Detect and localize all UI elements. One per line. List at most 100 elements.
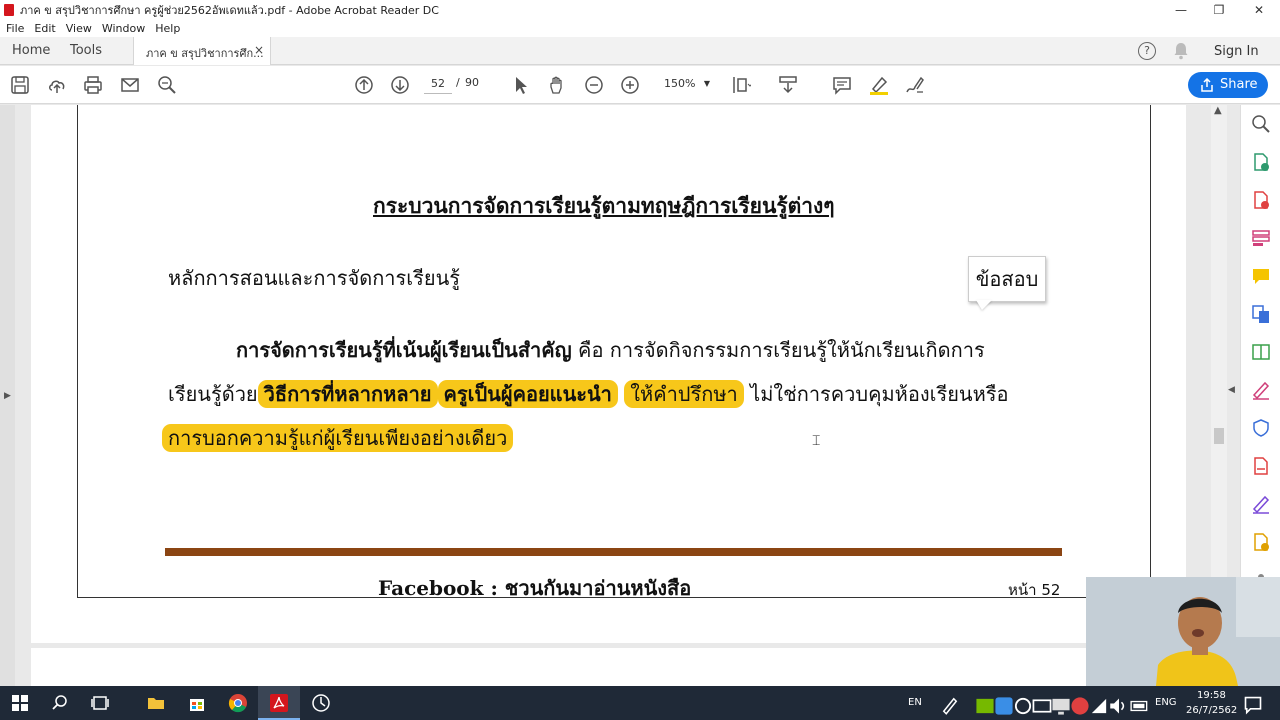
task-view-icon[interactable] [90, 693, 110, 713]
scroll-up-arrow-icon[interactable]: ▲ [1214, 105, 1222, 116]
sign-in-link[interactable]: Sign In [1214, 44, 1259, 59]
pdf-page-next [31, 648, 1186, 686]
pdf-icon[interactable] [1251, 456, 1271, 476]
email-icon[interactable] [120, 75, 140, 95]
text-cursor-icon: ⌶ [812, 433, 821, 449]
page-down-icon[interactable] [390, 75, 410, 95]
callout-tail [976, 300, 992, 310]
display-tray-icon[interactable] [1051, 696, 1070, 715]
left-panel-toggle[interactable]: ▶ [0, 105, 15, 686]
security-tray-icon[interactable] [1070, 696, 1089, 715]
zoom-in-icon[interactable] [620, 75, 640, 95]
share-icon [1201, 78, 1213, 92]
scroll-mode-icon[interactable] [778, 75, 798, 95]
paragraph-line-1: การจัดการเรียนรู้ที่เน้นผู้เรียนเป็นสำคั… [236, 334, 985, 366]
menu-view[interactable]: View [66, 22, 92, 35]
upload-cloud-icon[interactable] [47, 75, 67, 95]
clock-time[interactable]: 19:58 [1197, 690, 1226, 701]
comment-icon[interactable] [832, 75, 852, 95]
maximize-button[interactable]: ❐ [1200, 0, 1238, 19]
zoom-search-icon[interactable] [157, 75, 177, 95]
create-pdf-icon[interactable] [1251, 190, 1271, 210]
help-icon[interactable]: ? [1138, 42, 1156, 60]
exam-callout-note[interactable]: ข้อสอบ [968, 256, 1046, 302]
app-tray-icon[interactable] [994, 696, 1013, 715]
title-bar: ภาค ข สรุปวิชาการศึกษา ครูผู้ช่วย2562อัพ… [0, 0, 1280, 19]
expand-left-arrow-icon[interactable]: ▶ [4, 391, 11, 401]
key-term: การจัดการเรียนรู้ที่เน้นผู้เรียนเป็นสำคั… [236, 338, 572, 362]
paragraph-line-3: การบอกความรู้แก่ผู้เรียนเพียงอย่างเดียว [162, 422, 514, 454]
tab-close-icon[interactable]: × [254, 43, 264, 57]
tab-tools[interactable]: Tools [70, 43, 102, 58]
send-for-review-icon[interactable] [1251, 532, 1271, 552]
chevron-down-icon: ▼ [703, 79, 710, 88]
menu-help[interactable]: Help [155, 22, 180, 35]
input-language-short[interactable]: EN [908, 697, 922, 708]
highlight-annotation[interactable]: ครูเป็นผู้คอยแนะนำ [437, 380, 618, 408]
highlight-annotation[interactable]: ให้คำปรึกษา [624, 380, 744, 408]
notification-bell-icon[interactable] [1173, 42, 1189, 60]
organize-pages-icon[interactable] [1251, 342, 1271, 362]
paragraph-text: ไม่ใช่การควบคุมห้องเรียนหรือ [743, 382, 1009, 406]
paragraph-text: เรียนรู้ด้วย [168, 382, 258, 406]
zoom-level-select[interactable]: 150% ▼ [656, 74, 714, 94]
chrome-icon[interactable] [228, 693, 248, 713]
battery-tray-icon[interactable] [1130, 696, 1148, 712]
pen-tray-icon[interactable] [940, 695, 958, 715]
menu-window[interactable]: Window [102, 22, 145, 35]
input-language[interactable]: ENG [1155, 697, 1177, 708]
windows-taskbar: EN ENG 19:58 26/7/2562 [0, 686, 1280, 720]
nvidia-tray-icon[interactable] [975, 696, 994, 714]
minimize-button[interactable]: — [1162, 0, 1200, 19]
sign-tool-icon[interactable] [1251, 494, 1271, 514]
page-up-icon[interactable] [354, 75, 374, 95]
fill-sign-icon[interactable] [1251, 380, 1271, 400]
collapse-right-pane-arrow-icon[interactable]: ◀ [1228, 385, 1235, 395]
keyboard-tray-icon[interactable] [1032, 696, 1052, 713]
recorder-app-icon[interactable] [311, 693, 331, 713]
hand-icon[interactable] [547, 75, 567, 95]
footer-facebook-text: Facebook : ชวนกันมาอ่านหนังสือ [378, 576, 692, 600]
highlight-icon[interactable] [869, 75, 889, 95]
highlight-annotation[interactable]: การบอกความรู้แก่ผู้เรียนเพียงอย่างเดียว [162, 424, 514, 452]
webcam-overlay [1086, 577, 1280, 686]
tab-document-label: ภาค ข สรุปวิชาการศึก... [146, 47, 264, 60]
store-icon[interactable] [187, 693, 207, 713]
sign-icon[interactable] [905, 75, 925, 95]
comment-tool-icon[interactable] [1251, 266, 1271, 286]
volume-tray-icon[interactable] [1109, 696, 1125, 714]
print-icon[interactable] [83, 75, 103, 95]
acrobat-app-icon [4, 3, 14, 16]
document-heading: กระบวนการจัดการเรียนรู้ตามทฤษฎีการเรียนร… [373, 193, 835, 218]
highlight-annotation[interactable]: วิธีการที่หลากหลาย [257, 380, 438, 408]
file-explorer-icon[interactable] [146, 693, 166, 713]
combine-files-icon[interactable] [1251, 304, 1271, 324]
zoom-level-value: 150% [664, 77, 696, 90]
main-toolbar: 52 / 90 150% ▼ Share [0, 66, 1280, 104]
protect-shield-icon[interactable] [1251, 418, 1271, 438]
footer-page-number: หน้า 52 [1008, 581, 1061, 599]
network-tray-icon[interactable] [1089, 696, 1107, 714]
tab-home[interactable]: Home [12, 43, 50, 58]
scroll-thumb[interactable] [1214, 428, 1224, 444]
action-center-icon[interactable] [1243, 695, 1262, 715]
share-button[interactable]: Share [1188, 72, 1268, 98]
menu-file[interactable]: File [6, 22, 24, 35]
select-pointer-icon[interactable] [511, 75, 531, 95]
windows-start-icon[interactable] [10, 693, 30, 713]
sync-tray-icon[interactable] [1013, 696, 1032, 715]
clock-date[interactable]: 26/7/2562 [1186, 705, 1237, 716]
page-view-icon[interactable] [731, 75, 753, 95]
taskbar-search-icon[interactable] [50, 693, 70, 713]
tab-document[interactable]: ภาค ข สรุปวิชาการศึก... × [133, 37, 271, 65]
edit-pdf-icon[interactable] [1251, 228, 1271, 248]
export-pdf-icon[interactable] [1251, 152, 1271, 172]
page-total: 90 [465, 76, 479, 89]
zoom-out-icon[interactable] [584, 75, 604, 95]
save-icon[interactable] [10, 75, 30, 95]
close-window-button[interactable]: ✕ [1240, 0, 1278, 19]
menu-edit[interactable]: Edit [34, 22, 55, 35]
search-icon[interactable] [1251, 114, 1271, 134]
page-number-input[interactable]: 52 [424, 74, 452, 94]
acrobat-taskbar-button[interactable] [258, 686, 300, 720]
